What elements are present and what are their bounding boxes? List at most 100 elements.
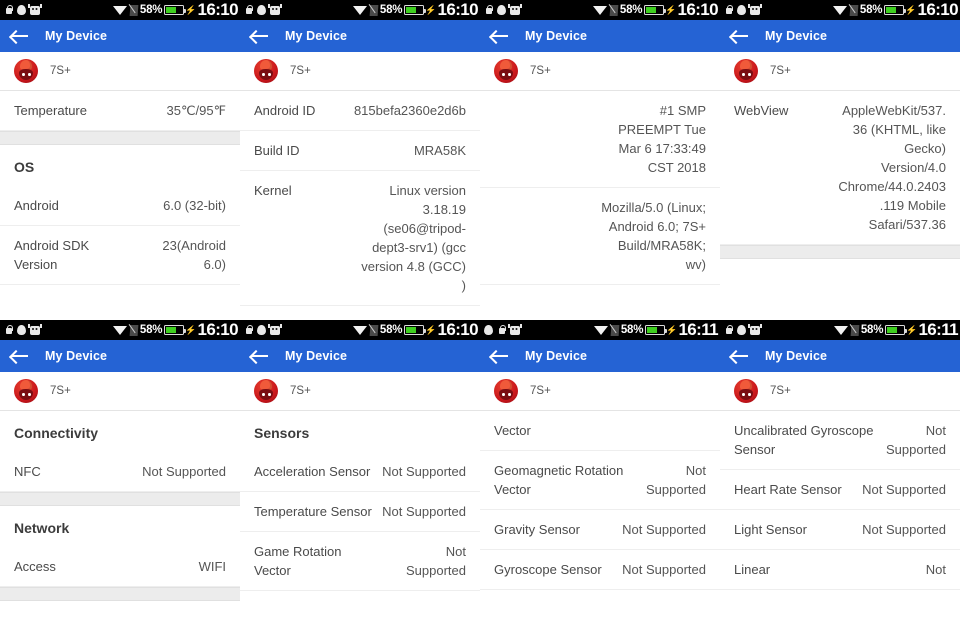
sim-card-icon [849, 4, 859, 16]
row-value: Not Supported [142, 464, 226, 479]
table-row[interactable]: Kernel Linux version 3.18.19 (se06@tripod… [240, 171, 480, 306]
wifi-icon [832, 5, 847, 15]
battery-fill [887, 327, 897, 333]
logo-eye-right [507, 392, 511, 396]
table-row[interactable]: Linear Not [720, 550, 960, 590]
row-label: Android SDK Version [14, 238, 90, 272]
battery-percent-label: 58% [619, 4, 643, 16]
battery-icon [884, 5, 907, 15]
logo-eye-left [21, 72, 25, 76]
table-row[interactable]: Temperature Sensor Not Supported [240, 492, 480, 532]
table-row[interactable]: Gyroscope Sensor Not Supported [480, 550, 720, 590]
status-bar: 58% ⚡ 16:10 [240, 320, 480, 340]
table-row[interactable]: Geomagnetic Rotation Vector Not Supported [480, 451, 720, 510]
back-arrow-icon[interactable] [11, 29, 29, 43]
table-row[interactable]: Gravity Sensor Not Supported [480, 510, 720, 550]
row-label: Build ID [254, 143, 300, 158]
table-row[interactable]: Uncalibrated Gyroscope Sensor Not Support… [720, 411, 960, 470]
app-bar: My Device [720, 340, 960, 372]
status-bar-left-icons [720, 323, 760, 335]
drop-icon [737, 325, 746, 335]
row-label: Vector [494, 423, 531, 438]
clock-label: 16:10 [677, 0, 719, 19]
wifi-icon [833, 325, 848, 335]
device-row[interactable]: 7S+ [720, 52, 960, 91]
robot-icon [28, 3, 40, 15]
back-arrow-icon[interactable] [491, 349, 509, 363]
table-row[interactable]: Access WIFI [0, 547, 240, 587]
antutu-logo-icon [14, 379, 38, 403]
sim-card-icon [369, 4, 379, 16]
back-arrow-icon[interactable] [11, 349, 29, 363]
status-bar-right: 58% ⚡ 16:10 [112, 0, 239, 20]
wifi-icon [352, 325, 367, 335]
device-row[interactable]: 7S+ [0, 372, 240, 411]
logo-eye-right [747, 72, 751, 76]
battery-fill [166, 7, 176, 13]
battery-fill [647, 327, 657, 333]
battery-icon [645, 325, 668, 335]
status-bar-right: 58% ⚡ 16:10 [352, 0, 479, 20]
row-value: MRA58K [413, 143, 466, 158]
device-row[interactable]: 7S+ [480, 372, 720, 411]
row-label: Kernel [254, 183, 292, 198]
table-row[interactable]: Heart Rate Sensor Not Supported [720, 470, 960, 510]
table-row[interactable]: #1 SMP PREEMPT Tue Mar 6 17:33:49 CST 20… [480, 91, 720, 188]
status-bar-left-icons [240, 3, 280, 15]
device-row[interactable]: 7S+ [480, 52, 720, 91]
back-arrow-icon[interactable] [731, 349, 749, 363]
lock-icon [724, 5, 733, 15]
table-row[interactable]: WebView AppleWebKit/537.36 (KHTML, like G… [720, 91, 960, 245]
table-row[interactable]: Acceleration Sensor Not Supported [240, 452, 480, 492]
table-row[interactable]: Android 6.0 (32-bit) [0, 186, 240, 226]
logo-eye-left [741, 392, 745, 396]
logo-eye-right [27, 392, 31, 396]
table-row[interactable]: Android ID 815befa2360e2d6b [240, 91, 480, 131]
sim-card-icon [609, 4, 619, 16]
panel-content: Android ID 815befa2360e2d6b Build ID MRA58K… [240, 91, 480, 306]
logo-eye-left [261, 392, 265, 396]
status-bar-left-icons [0, 3, 40, 15]
back-arrow-icon[interactable] [251, 349, 269, 363]
row-value: Not Supported [862, 482, 946, 497]
back-arrow-icon[interactable] [731, 29, 749, 43]
table-row[interactable]: Build ID MRA58K [240, 131, 480, 171]
sim-card-icon [369, 324, 379, 336]
section-divider [720, 245, 960, 259]
logo-eye-right [507, 72, 511, 76]
logo-eye-left [741, 72, 745, 76]
status-bar-right: 58% ⚡ 16:11 [593, 320, 719, 340]
back-arrow-icon[interactable] [491, 29, 509, 43]
wifi-icon [593, 325, 608, 335]
device-name-label: 7S+ [50, 385, 71, 397]
app-bar: My Device [240, 20, 480, 52]
status-bar-right: 58% ⚡ 16:10 [592, 0, 719, 20]
table-row[interactable]: Temperature 35℃/95℉ [0, 91, 240, 131]
table-row[interactable]: Light Sensor Not Supported [720, 510, 960, 550]
charging-bolt-icon: ⚡ [665, 4, 677, 15]
status-bar: 58% ⚡ 16:11 [480, 320, 720, 340]
charging-bolt-icon: ⚡ [425, 324, 437, 335]
table-row[interactable]: Vector [480, 411, 720, 451]
device-row[interactable]: 7S+ [720, 372, 960, 411]
panel-2: 58% ⚡ 16:10 My Device 7S+ Android ID 815befa23… [240, 0, 480, 320]
robot-icon [508, 323, 520, 335]
device-row[interactable]: 7S+ [240, 372, 480, 411]
status-bar: 58% ⚡ 16:10 [0, 0, 240, 20]
charging-bolt-icon: ⚡ [906, 324, 918, 335]
panel-8: 58% ⚡ 16:11 My Device 7S+ Uncalibrated Gyrosc… [720, 320, 960, 640]
back-arrow-icon[interactable] [251, 29, 269, 43]
logo-eye-left [261, 72, 265, 76]
row-value: 35℃/95℉ [166, 103, 226, 118]
drop-icon [484, 325, 493, 335]
battery-fill [646, 7, 656, 13]
table-row[interactable]: NFC Not Supported [0, 452, 240, 492]
device-name-label: 7S+ [290, 65, 311, 77]
app-bar-title: My Device [765, 29, 828, 43]
table-row[interactable]: Game Rotation Vector Not Supported [240, 532, 480, 591]
device-row[interactable]: 7S+ [240, 52, 480, 91]
table-row[interactable]: Mozilla/5.0 (Linux; Android 6.0; 7S+ Bui… [480, 188, 720, 285]
section-heading: Connectivity [0, 411, 240, 452]
device-row[interactable]: 7S+ [0, 52, 240, 91]
table-row[interactable]: Android SDK Version 23(Android 6.0) [0, 226, 240, 285]
